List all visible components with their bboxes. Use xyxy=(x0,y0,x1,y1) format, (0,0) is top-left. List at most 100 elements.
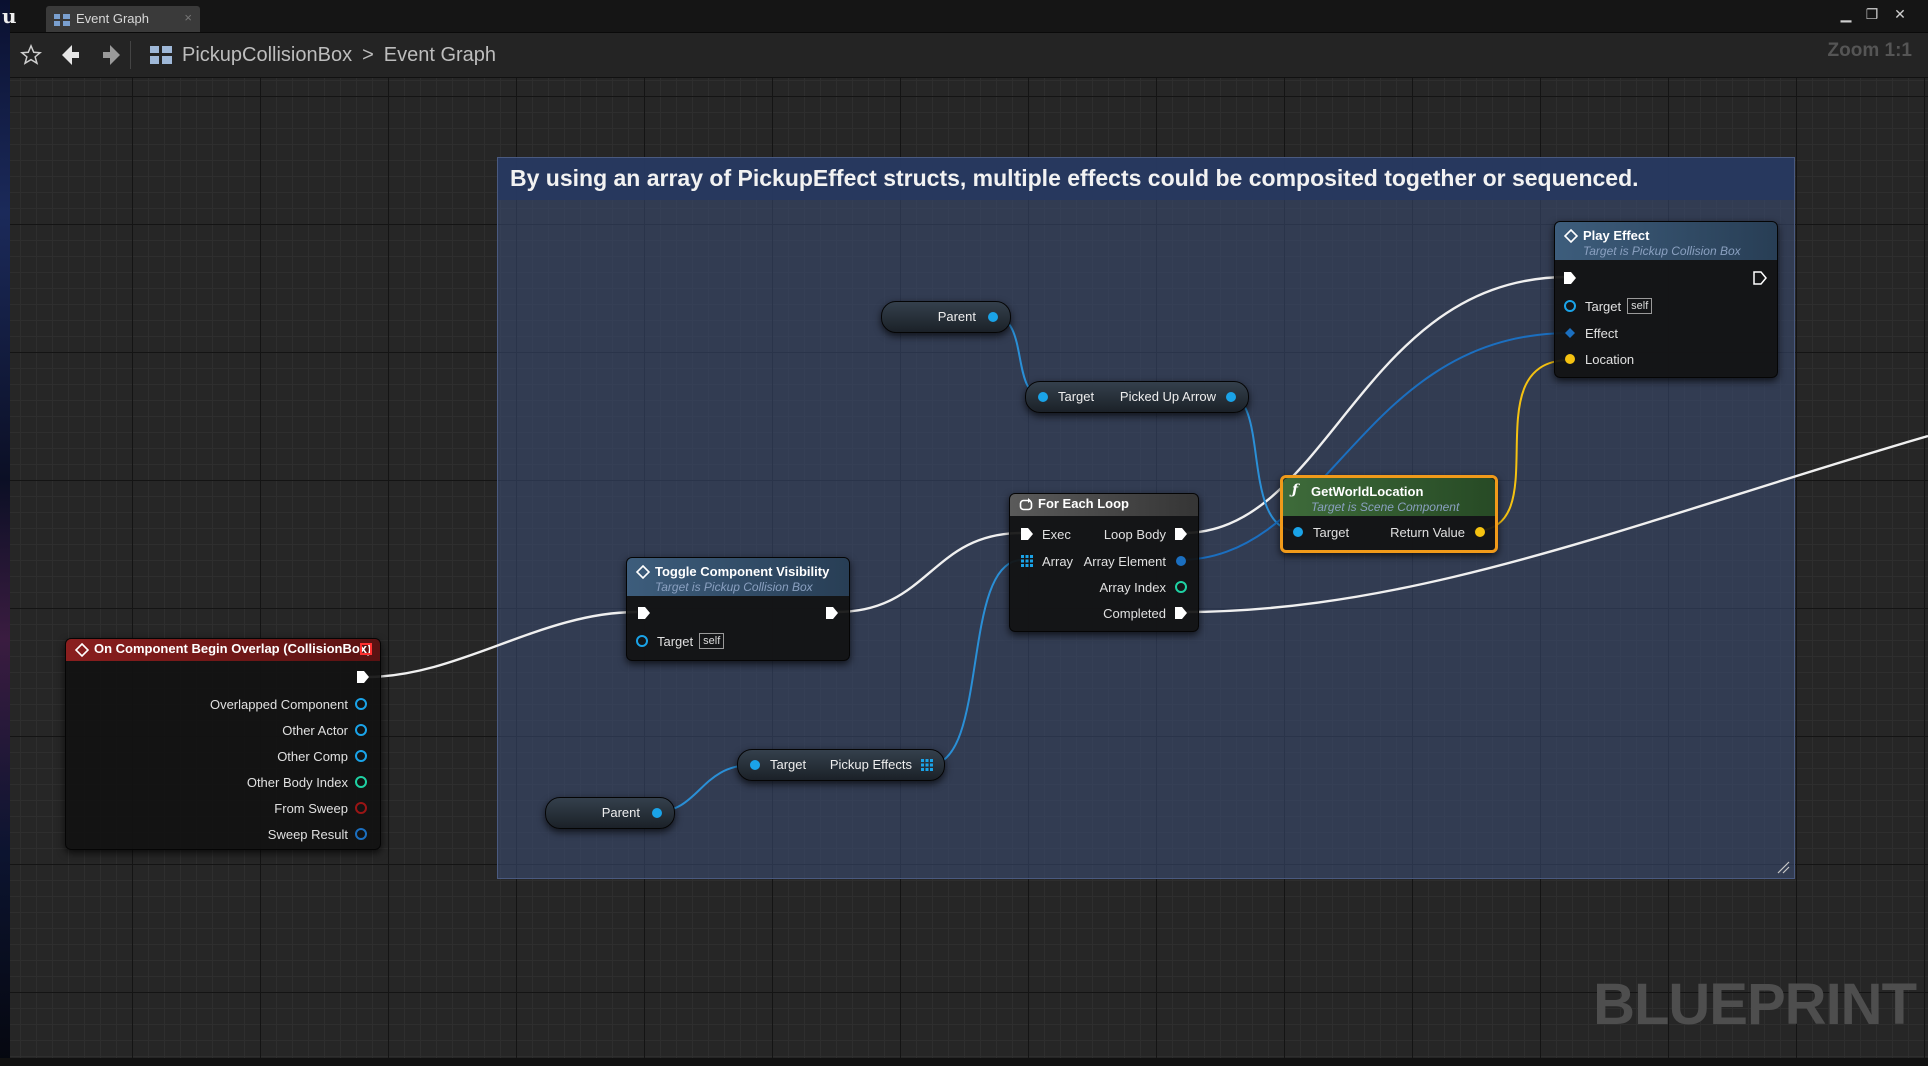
breadcrumb: PickupCollisionBox > Event Graph xyxy=(150,41,496,69)
pin-other-actor[interactable]: Other Actor xyxy=(282,720,368,740)
blueprint-watermark: BLUEPRINT xyxy=(1593,972,1917,1037)
pin-return-value[interactable]: Return Value xyxy=(1390,522,1487,542)
object-pin-icon xyxy=(355,750,367,762)
node-title: Toggle Component Visibility xyxy=(655,564,830,579)
object-pin-icon[interactable] xyxy=(1036,390,1050,404)
object-pin-icon[interactable] xyxy=(650,806,664,820)
node-subtitle: Target is Pickup Collision Box xyxy=(655,580,813,594)
exec-pin-icon xyxy=(1175,607,1187,619)
comment-text[interactable]: By using an array of PickupEffect struct… xyxy=(498,158,1794,200)
variable-node-parent-bottom[interactable]: Parent xyxy=(545,797,675,829)
getter-node-pickup-effects[interactable]: Target Pickup Effects xyxy=(737,749,945,781)
object-pin-icon xyxy=(1293,527,1303,537)
favorite-button[interactable] xyxy=(16,41,46,69)
pin-location[interactable]: Location xyxy=(1563,349,1634,369)
minimize-button[interactable]: ▁ xyxy=(1836,6,1856,22)
pin-other-comp[interactable]: Other Comp xyxy=(277,746,368,766)
array-pin-icon[interactable] xyxy=(920,758,934,772)
back-button[interactable] xyxy=(56,41,86,69)
pin-loop-body[interactable]: Loop Body xyxy=(1104,524,1188,544)
tab-event-graph[interactable]: Event Graph × xyxy=(46,6,200,32)
exec-in-pin[interactable] xyxy=(637,606,651,620)
resize-handle-icon[interactable] xyxy=(1776,860,1790,874)
star-icon xyxy=(20,44,42,65)
restore-button[interactable]: ❐ xyxy=(1862,6,1882,22)
exec-pin-icon xyxy=(1175,528,1187,540)
pin-completed[interactable]: Completed xyxy=(1103,603,1188,623)
pin-sweep-result[interactable]: Sweep Result xyxy=(268,824,368,844)
object-pin-icon[interactable] xyxy=(748,758,762,772)
loop-icon xyxy=(1019,498,1033,511)
pin-target[interactable]: Target xyxy=(1291,522,1349,542)
exec-out-pin[interactable] xyxy=(825,606,839,620)
blueprint-graph-icon xyxy=(150,46,172,64)
object-pin-icon xyxy=(355,724,367,736)
delegate-icon[interactable] xyxy=(360,643,372,655)
desktop-background-strip xyxy=(0,0,10,1066)
breadcrumb-blueprint[interactable]: PickupCollisionBox xyxy=(182,44,352,67)
node-subtitle: Target is Scene Component xyxy=(1311,500,1460,514)
tab-close-icon[interactable]: × xyxy=(184,10,192,25)
tab-label: Event Graph xyxy=(76,11,149,26)
bool-pin-icon xyxy=(355,802,367,814)
node-header: For Each Loop xyxy=(1010,494,1198,516)
pin-effect[interactable]: Effect xyxy=(1563,323,1618,343)
pin-overlapped-component[interactable]: Overlapped Component xyxy=(210,694,368,714)
function-diamond-icon xyxy=(636,565,650,579)
variable-node-parent-top[interactable]: Parent xyxy=(881,301,1011,333)
unreal-logo-icon: u xyxy=(2,4,17,28)
object-pin-icon xyxy=(1564,300,1576,312)
node-subtitle: Target is Pickup Collision Box xyxy=(1583,244,1741,258)
zoom-level: Zoom 1:1 xyxy=(1827,40,1912,61)
node-header: Play Effect Target is Pickup Collision B… xyxy=(1555,222,1777,260)
node-header: ƒ GetWorldLocation Target is Scene Compo… xyxy=(1283,478,1495,516)
node-label: Parent xyxy=(601,805,640,820)
exec-out-pin[interactable] xyxy=(1753,271,1767,285)
pin-array[interactable]: Array xyxy=(1020,551,1073,571)
close-window-button[interactable]: ✕ xyxy=(1890,6,1910,22)
taskbar-strip xyxy=(0,1058,1928,1066)
pin-from-sweep[interactable]: From Sweep xyxy=(274,798,368,818)
struct-pin-icon xyxy=(1565,328,1575,338)
node-header: Toggle Component Visibility Target is Pi… xyxy=(627,558,849,596)
pin-target[interactable]: Target self xyxy=(635,631,725,651)
event-node-on-component-begin-overlap[interactable]: On Component Begin Overlap (CollisionBox… xyxy=(65,638,381,850)
object-pin-icon[interactable] xyxy=(986,310,1000,324)
forward-button[interactable] xyxy=(96,41,126,69)
node-label: Parent xyxy=(937,309,976,324)
self-tag: self xyxy=(1627,298,1653,314)
pin-exec[interactable]: Exec xyxy=(1020,524,1071,544)
macro-node-for-each-loop[interactable]: For Each Loop Exec Array Loop Body Array… xyxy=(1009,493,1199,632)
int-pin-icon xyxy=(355,776,367,788)
pin-target[interactable]: Target self xyxy=(1563,296,1653,316)
function-node-get-world-location[interactable]: ƒ GetWorldLocation Target is Scene Compo… xyxy=(1280,475,1498,553)
exec-out-pin[interactable] xyxy=(356,670,370,684)
function-node-play-effect[interactable]: Play Effect Target is Pickup Collision B… xyxy=(1554,221,1778,378)
function-node-toggle-component-visibility[interactable]: Toggle Component Visibility Target is Pi… xyxy=(626,557,850,661)
arrow-right-icon xyxy=(103,45,120,65)
getter-node-picked-up-arrow[interactable]: Target Picked Up Arrow xyxy=(1025,381,1249,413)
toolbar-divider xyxy=(130,41,131,69)
exec-pin-icon xyxy=(1021,528,1033,540)
pin-other-body-index[interactable]: Other Body Index xyxy=(247,772,368,792)
pin-pickup-effects-label: Pickup Effects xyxy=(829,757,912,772)
graph-icon xyxy=(54,14,70,26)
exec-in-pin[interactable] xyxy=(1563,271,1577,285)
node-title: GetWorldLocation xyxy=(1311,484,1424,499)
object-pin-icon[interactable] xyxy=(1224,390,1238,404)
object-pin-icon xyxy=(636,635,648,647)
node-header: On Component Begin Overlap (CollisionBox… xyxy=(66,639,380,661)
pin-array-index[interactable]: Array Index xyxy=(1100,577,1188,597)
breadcrumb-separator: > xyxy=(362,43,374,66)
int-pin-icon xyxy=(1175,581,1187,593)
pin-target-label: Target xyxy=(1058,389,1095,404)
arrow-left-icon xyxy=(62,45,79,65)
function-f-icon: ƒ xyxy=(1292,482,1299,498)
breadcrumb-graph[interactable]: Event Graph xyxy=(384,44,496,67)
self-tag: self xyxy=(699,633,725,649)
pin-target-label: Target xyxy=(770,757,807,772)
graph-toolbar: PickupCollisionBox > Event Graph xyxy=(10,33,1928,78)
vector-pin-icon xyxy=(1475,527,1485,537)
object-pin-icon xyxy=(355,698,367,710)
pin-array-element[interactable]: Array Element xyxy=(1084,551,1188,571)
